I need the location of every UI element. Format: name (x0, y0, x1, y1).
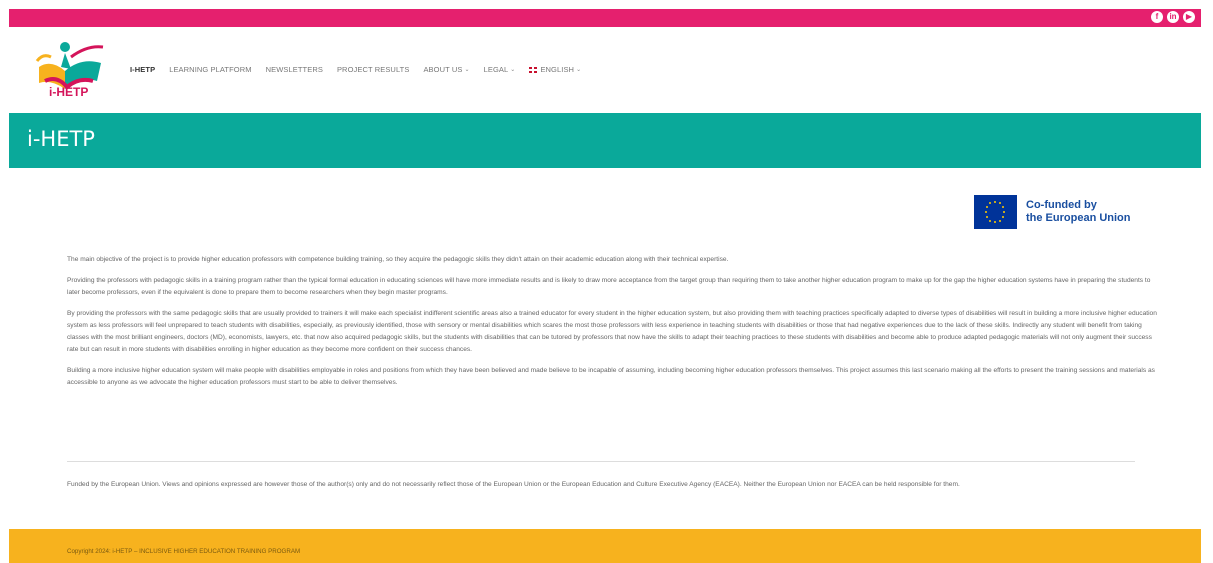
logo-text: i-HETP (49, 85, 89, 99)
eu-badge-text: Co-funded by the European Union (1026, 199, 1131, 225)
nav-label: LEGAL (483, 65, 509, 74)
eu-badge-line1: Co-funded by (1026, 199, 1097, 211)
site-footer: Copyright 2024: i-HETP – INCLUSIVE HIGHE… (9, 529, 1201, 563)
eu-badge-line2: the European Union (1026, 212, 1131, 224)
eu-cofunded-badge: Co-funded by the European Union (974, 195, 1131, 229)
nav-item-language[interactable]: ENGLISH ⌄ (529, 65, 581, 74)
page: f in ▶ i-HETP I-HETP LEARNING PLATFORM N… (9, 9, 1201, 563)
body-paragraph: By providing the professors with the sam… (67, 309, 1157, 354)
eu-flag-icon (974, 195, 1017, 229)
nav-item-learning-platform[interactable]: LEARNING PLATFORM (169, 65, 251, 74)
nav-item-about-us[interactable]: ABOUT US ⌄ (423, 65, 469, 74)
site-header: i-HETP I-HETP LEARNING PLATFORM NEWSLETT… (9, 27, 1201, 113)
nav-label: LEARNING PLATFORM (169, 65, 252, 74)
main-nav: I-HETP LEARNING PLATFORM NEWSLETTERS PRO… (130, 65, 595, 74)
nav-label: ENGLISH (540, 65, 575, 74)
nav-item-newsletters[interactable]: NEWSLETTERS (266, 65, 323, 74)
body-paragraph: Providing the professors with pedagogic … (67, 276, 1151, 296)
page-title: i-HETP (27, 127, 95, 151)
nav-item-project-results[interactable]: PROJECT RESULTS (337, 65, 410, 74)
body-paragraph: Building a more inclusive higher educati… (67, 366, 1155, 387)
nav-label: NEWSLETTERS (265, 65, 323, 74)
social-links: f in ▶ (1151, 11, 1195, 23)
content-divider (67, 461, 1135, 462)
page-title-band: i-HETP (9, 113, 1201, 168)
top-bar: f in ▶ (9, 9, 1201, 27)
chevron-down-icon: ⌄ (510, 67, 516, 73)
linkedin-icon[interactable]: in (1167, 11, 1179, 23)
youtube-icon[interactable]: ▶ (1183, 11, 1195, 23)
chevron-down-icon: ⌄ (576, 67, 582, 73)
body-paragraph: The main objective of the project is to … (67, 256, 729, 263)
site-logo[interactable]: i-HETP (31, 37, 111, 103)
funding-disclaimer: Funded by the European Union. Views and … (67, 481, 960, 488)
uk-flag-icon (529, 66, 538, 73)
nav-label: ABOUT US (423, 65, 463, 74)
nav-label: PROJECT RESULTS (336, 65, 410, 74)
chevron-down-icon: ⌄ (464, 67, 470, 73)
footer-copyright: Copyright 2024: i-HETP – INCLUSIVE HIGHE… (67, 548, 301, 555)
nav-item-ihetp[interactable]: I-HETP (130, 65, 155, 74)
nav-item-legal[interactable]: LEGAL ⌄ (484, 65, 516, 74)
nav-label: I-HETP (130, 65, 156, 74)
facebook-icon[interactable]: f (1151, 11, 1163, 23)
main-content: The main objective of the project is to … (67, 254, 1162, 398)
